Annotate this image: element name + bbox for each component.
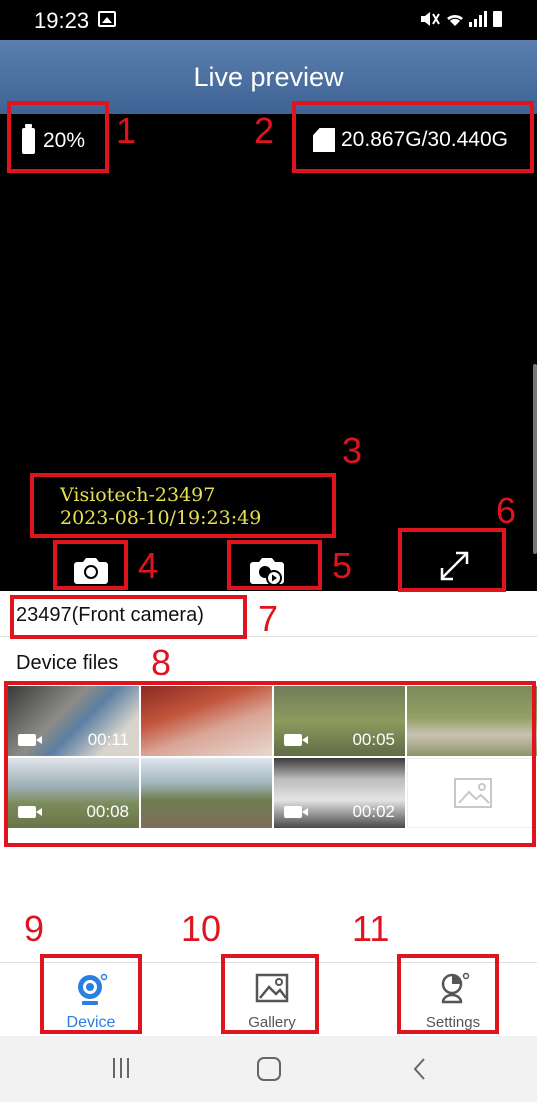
annotation-number: 2 xyxy=(254,110,275,151)
annotation-number: 3 xyxy=(342,430,363,471)
status-icons xyxy=(417,8,507,35)
annotation-box xyxy=(397,954,499,1034)
annotation-box xyxy=(10,595,247,639)
status-bar: 19:23 xyxy=(0,0,537,40)
annotation-number: 6 xyxy=(496,490,517,531)
home-button[interactable] xyxy=(256,1056,282,1089)
annotation-number: 7 xyxy=(258,598,279,639)
annotation-number: 4 xyxy=(138,545,159,586)
annotation-number: 1 xyxy=(116,110,137,151)
annotation-box xyxy=(53,540,128,590)
recent-apps-icon xyxy=(113,1058,129,1078)
recent-apps-button[interactable] xyxy=(110,1056,132,1087)
annotation-box xyxy=(292,101,534,173)
device-files-title: Device files xyxy=(16,652,119,674)
annotation-box xyxy=(398,528,506,592)
image-notification-icon xyxy=(98,11,116,27)
annotation-box xyxy=(30,473,336,538)
annotation-box xyxy=(4,681,536,847)
annotation-box xyxy=(40,954,142,1034)
system-nav-bar xyxy=(0,1036,537,1102)
annotation-number: 10 xyxy=(181,908,222,949)
page-title: Live preview xyxy=(193,62,344,92)
status-time: 19:23 xyxy=(34,8,90,33)
annotation-box xyxy=(227,540,322,590)
annotation-number: 9 xyxy=(24,908,45,949)
back-icon xyxy=(413,1058,425,1080)
annotation-number: 8 xyxy=(151,642,172,683)
annotation-box xyxy=(7,101,109,173)
edge-scroll-tab[interactable] xyxy=(533,364,537,554)
home-icon xyxy=(257,1057,281,1081)
signal-icons xyxy=(421,11,502,27)
annotation-number: 11 xyxy=(352,908,390,949)
annotation-number: 5 xyxy=(332,545,353,586)
annotation-box xyxy=(221,954,319,1034)
back-button[interactable] xyxy=(410,1056,430,1089)
